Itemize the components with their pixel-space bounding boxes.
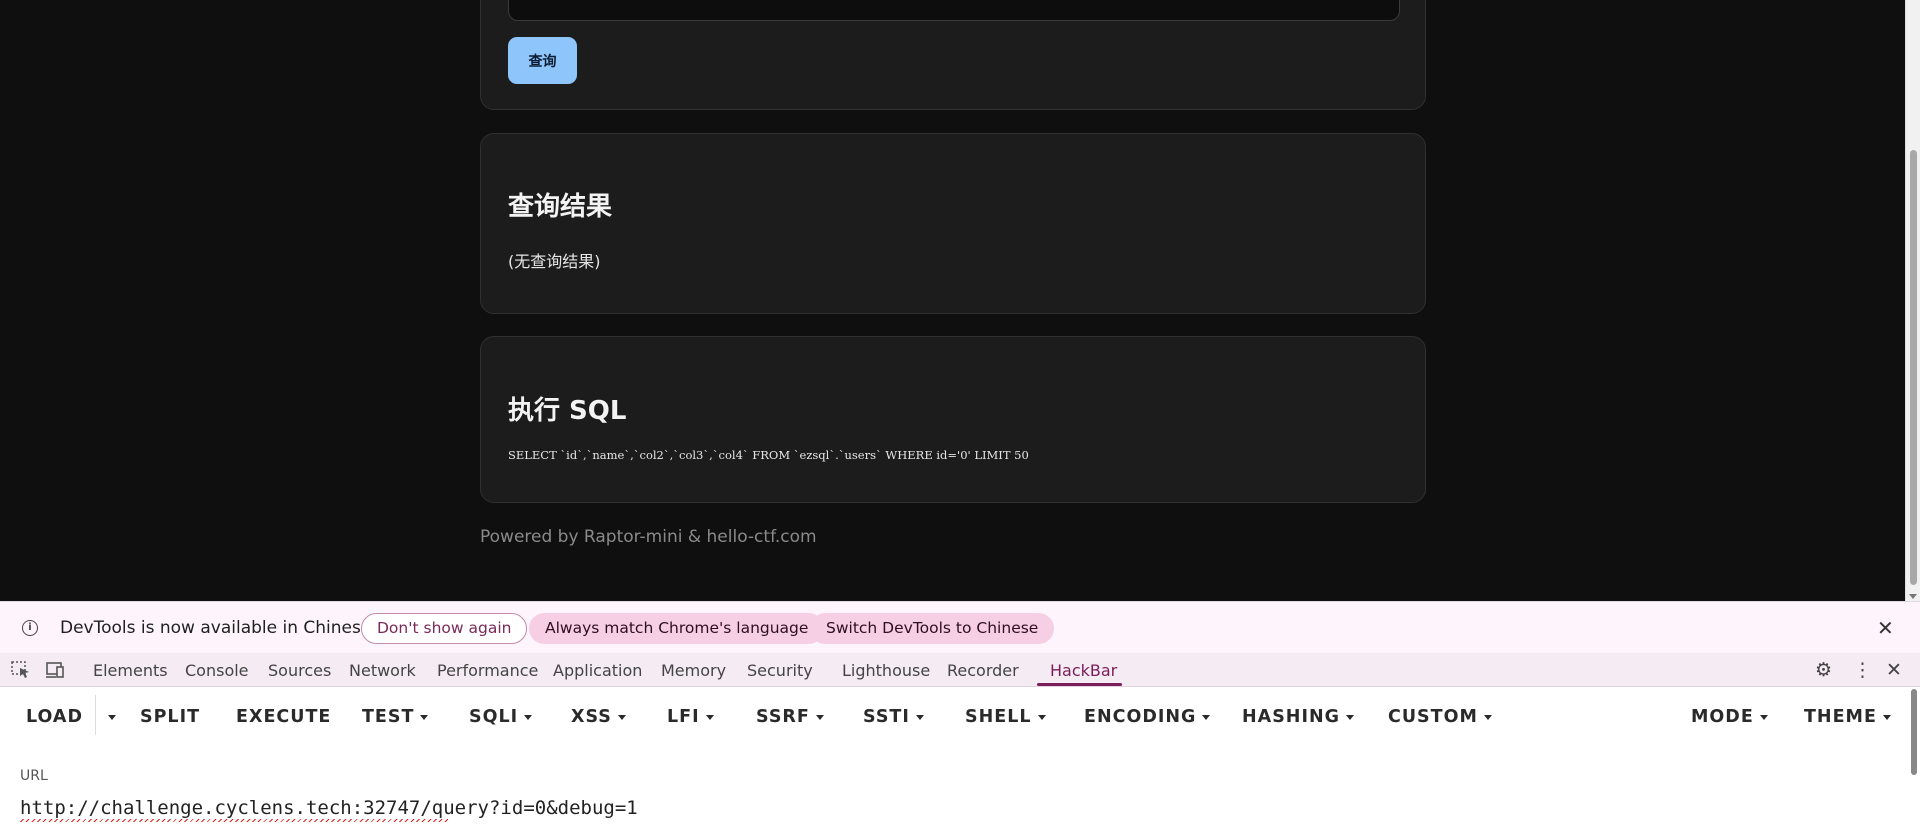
- hackbar-scrollbar[interactable]: [1908, 687, 1920, 825]
- chevron-down-icon: [524, 714, 533, 720]
- query-button[interactable]: 查询: [508, 37, 577, 84]
- load-dropdown-button[interactable]: [102, 707, 116, 727]
- chevron-down-icon: [108, 714, 116, 720]
- info-icon: i: [22, 620, 38, 636]
- chevron-down-icon: [815, 714, 824, 720]
- tab-elements[interactable]: Elements: [93, 661, 168, 680]
- devtools-tabbar: Elements Console Sources Network Perform…: [0, 653, 1920, 687]
- chevron-down-icon: [420, 714, 429, 720]
- result-empty-text: (无查询结果): [508, 252, 601, 271]
- theme-label: THEME: [1804, 707, 1877, 727]
- tab-hackbar[interactable]: HackBar: [1050, 661, 1117, 680]
- chevron-down-icon: [1882, 714, 1891, 720]
- page-viewport: 0 查询 查询结果 (无查询结果) 执行 SQL SELECT `id`,`na…: [0, 0, 1920, 601]
- hashing-menu-button[interactable]: HASHING: [1242, 707, 1354, 727]
- close-devtools-icon[interactable]: ✕: [1886, 659, 1902, 681]
- more-options-icon[interactable]: ⋮: [1853, 659, 1872, 681]
- settings-gear-icon[interactable]: ⚙: [1815, 659, 1832, 681]
- devtools-panel: i DevTools is now available in Chinese D…: [0, 601, 1920, 825]
- scroll-down-arrow-icon[interactable]: [1909, 594, 1917, 599]
- load-button[interactable]: LOAD: [26, 707, 83, 727]
- tab-console[interactable]: Console: [185, 661, 249, 680]
- chevron-down-icon: [1483, 714, 1492, 720]
- mode-label: MODE: [1691, 707, 1754, 727]
- custom-label: CUSTOM: [1388, 707, 1478, 727]
- tab-recorder[interactable]: Recorder: [947, 661, 1019, 680]
- sqli-menu-button[interactable]: SQLI: [469, 707, 533, 727]
- ssrf-label: SSRF: [756, 707, 810, 727]
- test-label: TEST: [362, 707, 415, 727]
- chevron-down-icon: [1759, 714, 1768, 720]
- mode-menu-button[interactable]: MODE: [1691, 707, 1768, 727]
- spellcheck-underline: [20, 819, 448, 822]
- test-menu-button[interactable]: TEST: [362, 707, 429, 727]
- result-card: 查询结果 (无查询结果): [480, 133, 1426, 314]
- sql-statement: SELECT `id`,`name`,`col2`,`col3`,`col4` …: [508, 448, 1029, 462]
- tab-security[interactable]: Security: [747, 661, 813, 680]
- ssti-label: SSTI: [863, 707, 910, 727]
- result-title: 查询结果: [508, 192, 613, 222]
- query-card: 0 查询: [480, 0, 1426, 110]
- id-input[interactable]: 0: [508, 0, 1400, 21]
- load-label: LOAD: [26, 707, 84, 727]
- dont-show-again-button[interactable]: Don't show again: [361, 613, 528, 644]
- ssti-menu-button[interactable]: SSTI: [863, 707, 924, 727]
- notice-text: DevTools is now available in Chinese: [60, 618, 372, 638]
- sqli-label: SQLI: [469, 707, 519, 727]
- tab-performance[interactable]: Performance: [437, 661, 538, 680]
- language-notice-bar: i DevTools is now available in Chinese D…: [0, 601, 1920, 653]
- device-toolbar-icon[interactable]: [45, 661, 65, 679]
- custom-menu-button[interactable]: CUSTOM: [1388, 707, 1492, 727]
- active-tab-indicator: [1037, 683, 1122, 686]
- encoding-label: ENCODING: [1084, 707, 1197, 727]
- chevron-down-icon: [915, 714, 924, 720]
- toolbar-divider: [95, 695, 96, 735]
- page-scrollbar[interactable]: [1905, 0, 1920, 601]
- close-icon[interactable]: ✕: [1877, 616, 1894, 640]
- xss-label: XSS: [571, 707, 612, 727]
- always-match-language-button[interactable]: Always match Chrome's language: [529, 613, 825, 644]
- execute-button[interactable]: EXECUTE: [236, 707, 331, 727]
- hackbar-toolbar: LOAD SPLIT EXECUTE TEST SQLI XSS LFI SSR…: [0, 687, 1920, 743]
- sql-card: 执行 SQL SELECT `id`,`name`,`col2`,`col3`,…: [480, 336, 1426, 503]
- theme-menu-button[interactable]: THEME: [1804, 707, 1891, 727]
- url-label: URL: [20, 768, 48, 784]
- tab-sources[interactable]: Sources: [268, 661, 331, 680]
- ssrf-menu-button[interactable]: SSRF: [756, 707, 824, 727]
- xss-menu-button[interactable]: XSS: [571, 707, 626, 727]
- tab-application[interactable]: Application: [553, 661, 642, 680]
- url-field[interactable]: http://challenge.cyclens.tech:32747/quer…: [20, 797, 638, 819]
- page-scrollbar-thumb[interactable]: [1910, 150, 1917, 585]
- inspect-element-icon[interactable]: [11, 661, 31, 679]
- split-button[interactable]: SPLIT: [140, 707, 200, 727]
- chevron-down-icon: [705, 714, 714, 720]
- chevron-down-icon: [1345, 714, 1354, 720]
- lfi-label: LFI: [667, 707, 700, 727]
- shell-label: SHELL: [965, 707, 1032, 727]
- chevron-down-icon: [617, 714, 626, 720]
- tab-lighthouse[interactable]: Lighthouse: [842, 661, 930, 680]
- footer-text: Powered by Raptor-mini & hello-ctf.com: [480, 527, 817, 547]
- lfi-menu-button[interactable]: LFI: [667, 707, 714, 727]
- encoding-menu-button[interactable]: ENCODING: [1084, 707, 1211, 727]
- chevron-down-icon: [1202, 714, 1211, 720]
- shell-menu-button[interactable]: SHELL: [965, 707, 1046, 727]
- switch-to-chinese-button[interactable]: Switch DevTools to Chinese: [810, 613, 1055, 644]
- tab-network[interactable]: Network: [349, 661, 416, 680]
- tab-memory[interactable]: Memory: [661, 661, 726, 680]
- hashing-label: HASHING: [1242, 707, 1340, 727]
- hackbar-scrollbar-thumb[interactable]: [1911, 689, 1917, 775]
- sql-title: 执行 SQL: [508, 396, 627, 426]
- chevron-down-icon: [1037, 714, 1046, 720]
